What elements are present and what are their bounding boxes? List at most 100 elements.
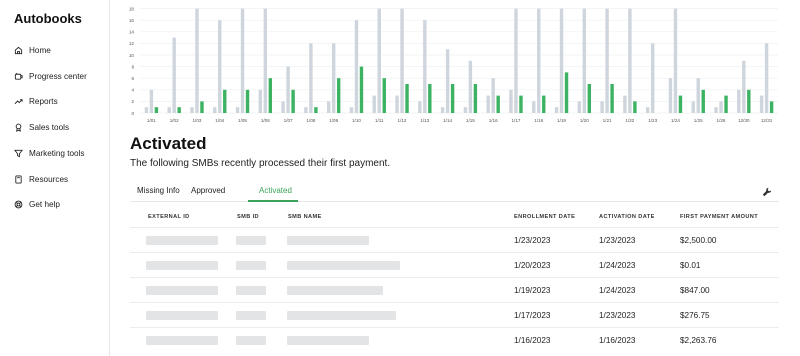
enrollment-date: 1/23/2023 [514, 236, 551, 245]
chart-bar [223, 89, 227, 113]
x-tick-label: 1/16 [489, 118, 498, 123]
sidebar-item-home[interactable]: Home [14, 42, 51, 58]
sidebar-item-reports[interactable]: Reports [14, 93, 58, 109]
chart-bar [281, 101, 285, 113]
chart-bar [564, 72, 569, 113]
y-tick-label: 18 [129, 6, 135, 11]
chart-bar [610, 84, 614, 113]
chart-bar [235, 107, 240, 113]
chart-bar [268, 78, 273, 113]
x-tick-label: 1/23 [648, 118, 657, 123]
column-header-external-id[interactable]: EXTERNAL ID [148, 214, 190, 220]
redacted-smb-name [287, 286, 383, 295]
chart-bar [724, 95, 728, 113]
column-header-smb-name[interactable]: SMB NAME [288, 214, 322, 220]
chart-bar [190, 107, 194, 113]
chart-bar [326, 101, 331, 113]
column-header-smb-id[interactable]: SMB ID [237, 214, 259, 220]
x-tick-label: 1/14 [443, 118, 452, 123]
sidebar-item-get-help[interactable]: Get help [14, 196, 60, 212]
chart-bar [149, 89, 154, 113]
y-tick-label: 12 [129, 41, 135, 46]
sidebar-item-label: Progress center [29, 71, 87, 81]
table-row[interactable]: 1/20/2023 1/24/2023 $0.01 [130, 252, 779, 277]
tab-missing-info[interactable]: Missing Info [137, 186, 180, 195]
x-tick-label: 1/17 [511, 118, 520, 123]
chart-bar [769, 101, 774, 113]
x-tick-label: 1/03 [192, 118, 201, 123]
chart-bar [418, 101, 422, 113]
chart-bar [349, 107, 354, 113]
x-tick-label: 1/01 [147, 118, 156, 123]
tab-activated[interactable]: Activated [259, 186, 292, 195]
table-row[interactable]: 1/23/2023 1/23/2023 $2,500.00 [130, 227, 779, 252]
home-icon [14, 46, 23, 54]
enrollment-bar-chart: 0 2 4 6 8 10 12 14 16 18 1/01 1/02 1/03 1/04 1/05 1/06 1… [129, 6, 778, 123]
chart-bar [359, 66, 364, 113]
chart-bar [542, 95, 546, 113]
redacted-smb-id [236, 261, 266, 270]
enrollment-date: 1/17/2023 [514, 311, 551, 320]
column-header-activation-date[interactable]: ACTIVATION DATE [599, 214, 655, 220]
y-tick-label: 6 [131, 76, 134, 81]
y-tick-label: 10 [129, 53, 135, 58]
redacted-smb-id [236, 236, 266, 245]
sidebar-item-label: Home [29, 45, 51, 55]
chart-bar [172, 37, 176, 113]
x-tick-label: 1/13 [420, 118, 429, 123]
chart-bar [382, 78, 386, 113]
redacted-smb-name [287, 311, 396, 320]
redacted-smb-id [236, 286, 266, 295]
redacted-external-id [146, 236, 218, 245]
sidebar-item-marketing-tools[interactable]: Marketing tools [14, 145, 85, 161]
chart-bar [331, 43, 336, 113]
chart-bar [678, 95, 683, 113]
chart-bar [245, 89, 250, 113]
chart-bar [428, 84, 432, 113]
y-tick-label: 0 [131, 111, 134, 116]
y-tick-label: 8 [131, 64, 134, 69]
x-tick-label: 1/10 [352, 118, 361, 123]
activation-date: 1/16/2023 [599, 336, 636, 345]
table-row[interactable]: 1/17/2023 1/23/2023 $276.75 [130, 302, 779, 327]
tab-approved[interactable]: Approved [191, 186, 225, 195]
sidebar-item-label: Marketing tools [29, 148, 85, 158]
chart-bar [719, 101, 723, 113]
chart-bar [304, 107, 308, 113]
sidebar-item-resources[interactable]: Resources [14, 171, 68, 187]
award-icon [15, 123, 22, 132]
chart-bar [554, 107, 559, 113]
help-icon [14, 200, 23, 208]
sidebar-item-progress-center[interactable]: Progress center [14, 68, 87, 84]
first-payment-amount: $2,263.76 [680, 336, 717, 345]
chart-bar [650, 43, 655, 113]
activation-date: 1/24/2023 [599, 261, 636, 270]
x-tick-label: 1/20 [580, 118, 589, 123]
chart-bar [623, 95, 627, 113]
chart-bar [167, 107, 171, 113]
sidebar-item-sales-tools[interactable]: Sales tools [14, 119, 69, 135]
chart-bar [701, 89, 705, 113]
first-payment-amount: $2,500.00 [680, 236, 717, 245]
chart-bar [628, 8, 632, 114]
chart-bar [314, 107, 318, 113]
x-tick-label: 1/26 [717, 118, 726, 123]
activation-date: 1/23/2023 [599, 311, 636, 320]
chart-bar [491, 78, 495, 113]
chart-bar [737, 89, 741, 113]
x-tick-label: 1/19 [557, 118, 566, 123]
x-tick-label: 1/06 [261, 118, 270, 123]
first-payment-amount: $276.75 [680, 311, 710, 320]
page-subtitle: The following SMBs recently processed th… [130, 158, 391, 169]
column-header-enrollment-date[interactable]: ENROLLMENT DATE [514, 214, 575, 220]
table-row[interactable]: 1/16/2023 1/16/2023 $2,263.76 [130, 327, 779, 352]
table-row[interactable]: 1/19/2023 1/24/2023 $847.00 [130, 277, 779, 302]
column-header-first-payment-amount[interactable]: FIRST PAYMENT AMOUNT [680, 214, 758, 220]
chart-bar [605, 8, 609, 114]
chart-bar [309, 43, 313, 113]
activation-date: 1/23/2023 [599, 236, 636, 245]
wrench-icon[interactable] [762, 187, 772, 197]
chart-bar [742, 60, 746, 113]
redacted-smb-id [236, 336, 266, 345]
enrollment-date: 1/19/2023 [514, 286, 551, 295]
